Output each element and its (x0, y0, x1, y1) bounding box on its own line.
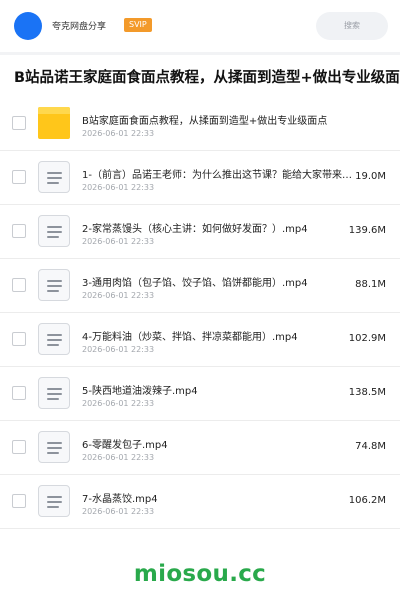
file-date: 2026-06-01 22:33 (82, 129, 155, 138)
list-item[interactable]: 4-万能料油（炒菜、拌馅、拌凉菜都能用）.mp4 2026-06-01 22:3… (0, 313, 400, 367)
document-icon (38, 161, 70, 193)
checkbox[interactable] (12, 386, 26, 400)
document-icon (38, 323, 70, 355)
avatar[interactable] (14, 12, 42, 40)
footer: miosou.cc (0, 547, 400, 600)
file-date: 2026-06-01 22:33 (82, 453, 155, 462)
file-name: 3-通用肉馅（包子馅、饺子馅、馅饼都能用）.mp4 (82, 278, 308, 289)
file-size: 138.5M (348, 387, 386, 398)
file-date: 2026-06-01 22:33 (82, 183, 155, 192)
file-name: 7-水晶蒸饺.mp4 (82, 494, 158, 505)
svip-badge: SVIP (124, 18, 152, 32)
file-name: 1-（前言）品诺王老师：为什么推出这节课？能给大家带来什么？.mp4 (82, 170, 354, 181)
file-size: 106.2M (348, 495, 386, 506)
list-item-folder[interactable]: B站家庭面食面点教程，从揉面到造型+做出专业级面点 2026-06-01 22:… (0, 97, 400, 151)
file-name: 2-家常蒸馒头（核心主讲：如何做好发面？）.mp4 (82, 224, 308, 235)
file-list: B站家庭面食面点教程，从揉面到造型+做出专业级面点 2026-06-01 22:… (0, 97, 400, 547)
file-size: 19.0M (355, 171, 386, 182)
checkbox[interactable] (12, 116, 26, 130)
checkbox[interactable] (12, 440, 26, 454)
document-icon (38, 377, 70, 409)
share-name: 夸克网盘分享 (52, 22, 107, 32)
file-date: 2026-06-01 22:33 (82, 291, 155, 300)
file-size: 88.1M (355, 279, 386, 290)
file-date: 2026-06-01 22:33 (82, 237, 155, 246)
list-item[interactable]: 2-家常蒸馒头（核心主讲：如何做好发面？）.mp4 2026-06-01 22:… (0, 205, 400, 259)
document-icon (38, 485, 70, 517)
checkbox[interactable] (12, 170, 26, 184)
document-icon (38, 431, 70, 463)
checkbox[interactable] (12, 494, 26, 508)
title-bar: B站品诺王家庭面食面点教程，从揉面到造型+做出专业级面点 (0, 55, 400, 97)
file-name: 6-零醒发包子.mp4 (82, 440, 168, 451)
folder-icon (38, 107, 70, 139)
checkbox[interactable] (12, 332, 26, 346)
page-title: B站品诺王家庭面食面点教程，从揉面到造型+做出专业级面点 (14, 70, 400, 86)
search-input[interactable]: 搜索 (316, 12, 388, 40)
watermark: miosou.cc (133, 561, 267, 587)
file-size: 139.6M (348, 225, 386, 236)
file-date: 2026-06-01 22:33 (82, 507, 155, 516)
checkbox[interactable] (12, 278, 26, 292)
file-name: 4-万能料油（炒菜、拌馅、拌凉菜都能用）.mp4 (82, 332, 298, 343)
list-item[interactable]: 1-（前言）品诺王老师：为什么推出这节课？能给大家带来什么？.mp4 2026-… (0, 151, 400, 205)
checkbox[interactable] (12, 224, 26, 238)
list-item[interactable]: 6-零醒发包子.mp4 2026-06-01 22:33 74.8M (0, 421, 400, 475)
file-size: 74.8M (355, 441, 386, 452)
document-icon (38, 215, 70, 247)
file-date: 2026-06-01 22:33 (82, 399, 155, 408)
file-size: 102.9M (348, 333, 386, 344)
header: 夸克网盘分享 SVIP 搜索 (0, 0, 400, 52)
list-item[interactable]: 5-陕西地道油泼辣子.mp4 2026-06-01 22:33 138.5M (0, 367, 400, 421)
list-item[interactable]: 7-水晶蒸饺.mp4 2026-06-01 22:33 106.2M (0, 475, 400, 529)
file-name: B站家庭面食面点教程，从揉面到造型+做出专业级面点 (82, 116, 328, 127)
file-name: 5-陕西地道油泼辣子.mp4 (82, 386, 198, 397)
list-item[interactable]: 3-通用肉馅（包子馅、饺子馅、馅饼都能用）.mp4 2026-06-01 22:… (0, 259, 400, 313)
file-date: 2026-06-01 22:33 (82, 345, 155, 354)
document-icon (38, 269, 70, 301)
